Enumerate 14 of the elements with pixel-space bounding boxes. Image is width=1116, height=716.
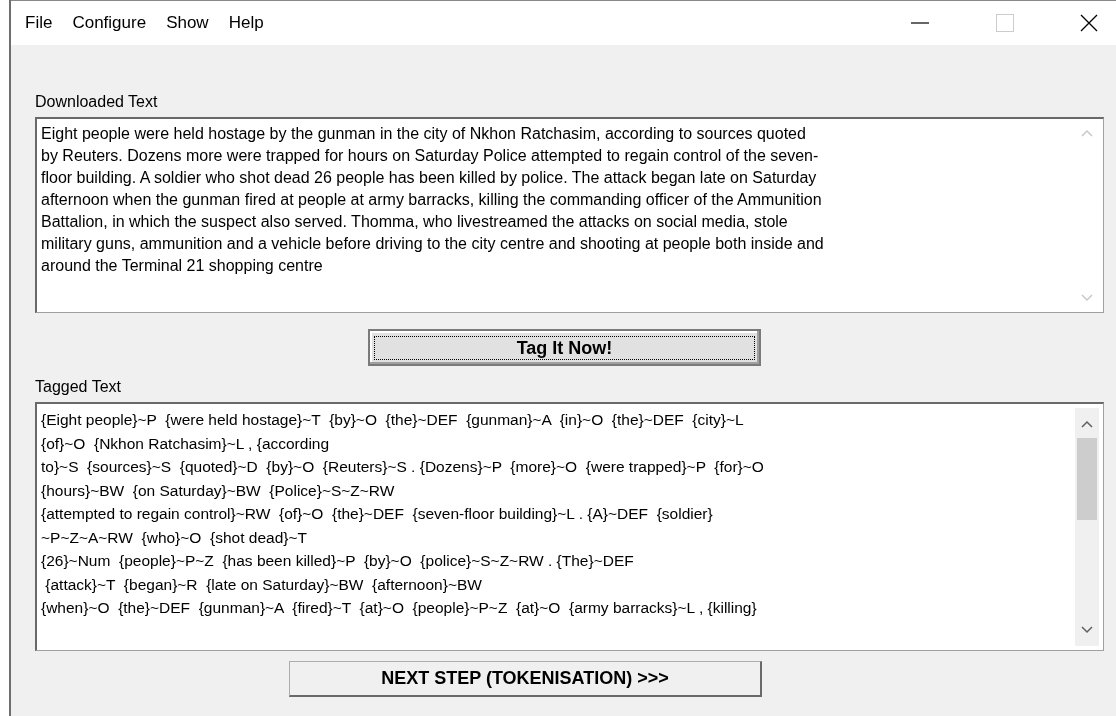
scroll-up-icon[interactable] — [1081, 420, 1093, 428]
menu-item[interactable]: Configure — [72, 13, 147, 33]
section-label: Tagged Text — [35, 378, 121, 396]
next-step-button[interactable]: NEXT STEP (TOKENISATION) >>> — [289, 661, 762, 697]
close-icon[interactable] — [1080, 14, 1098, 32]
tag-button[interactable]: Tag It Now! — [368, 329, 761, 366]
section-label: Downloaded Text — [35, 93, 158, 111]
menu-item[interactable]: Help — [228, 13, 264, 33]
downloaded-text: Eight people were held hostage by the gunman in the city of Nkhon Ratchasim, according to sources quoted by Reuters. Dozens more were trapped for hours on Saturday Police attempted to regain control of the seven- floor building. A soldier who shot dead 26 people has been killed by police. The attack began late on Saturday afternoon when the gunman fired at people at army barracks, killing the commanding officer of the Ammunition Battalion, in which the suspect also served. Thomma, who livestreamed the attacks on social media, stole military guns, ammunition and a vehicle before driving to the city centre and shooting at people both inside and around the Terminal 21 shopping centre — [40, 124, 825, 276]
scroll-down-icon[interactable] — [1081, 626, 1093, 634]
menu-item[interactable]: File — [25, 13, 53, 33]
tagged-text: {Eight people}~P {were held hostage}~T {by}~O {the}~DEF {gunman}~A {in}~O {the}~DEF {city}~L {of}~O {Nkhon Ratchasim}~L , {according to}~S {sources}~S {quoted}~D {by}~O {Reuters}~S . {Dozens}~P {more}~O {were trapped}~P {for}~O {hours}~BW {on Saturday}~BW {Police}~S~Z~RW {attempted to regain control}~RW {of}~O {the}~DEF {seven-floor building}~L . {A}~DEF {soldier} ~P~Z~A~RW {who}~O {shot dead}~T {26}~Num {people}~P~Z {has been killed}~P {by}~O {police}~S~Z~RW . {The}~DEF {attack}~T {began}~R {late on Saturday}~BW {afternoon}~BW {when}~O {the}~DEF {gunman}~A {fired}~T {at}~O {people}~P~Z {at}~O {army barracks}~L , {killing} — [40, 410, 765, 618]
menu-item[interactable]: Show — [166, 13, 209, 33]
scrollbar-thumb[interactable] — [1077, 438, 1097, 520]
